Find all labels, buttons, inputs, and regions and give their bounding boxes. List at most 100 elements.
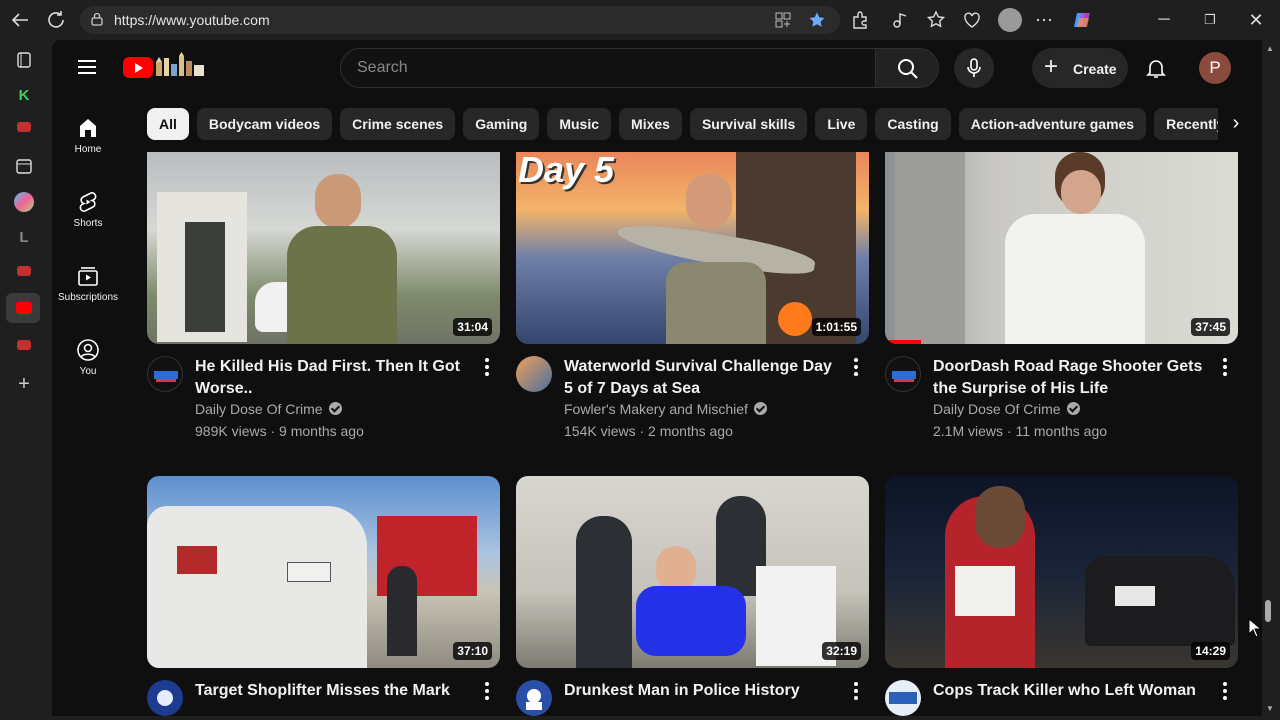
more-actions-icon[interactable]	[485, 682, 489, 700]
scroll-up-arrow-icon[interactable]: ▲	[1266, 44, 1274, 53]
video-thumbnail[interactable]: 37:10	[147, 476, 500, 668]
media-control-icon[interactable]	[890, 10, 910, 30]
chip-crime-scenes[interactable]: Crime scenes	[340, 108, 456, 140]
tab-calendar-icon[interactable]	[14, 156, 34, 176]
sidebar-item-shorts[interactable]: Shorts	[52, 190, 124, 229]
video-title[interactable]: Cops Track Killer who Left Woman in	[933, 680, 1209, 702]
channel-name[interactable]: Fowler's Makery and Mischief	[564, 401, 767, 417]
create-button[interactable]: + Create	[1032, 48, 1128, 88]
video-card[interactable]: Day 5 1:01:55 Waterworld Survival Challe…	[516, 152, 869, 439]
video-thumbnail[interactable]: 37:45	[885, 152, 1238, 344]
app-available-icon[interactable]	[774, 11, 792, 29]
channel-name-text[interactable]: Fowler's Makery and Mischief	[564, 401, 748, 417]
restore-icon[interactable]: ❐	[1198, 8, 1222, 32]
sidebar-item-subscriptions[interactable]: Subscriptions	[52, 264, 124, 303]
tab-youtube-icon[interactable]	[17, 340, 31, 350]
channel-name[interactable]: Daily Dose Of Crime	[195, 401, 342, 417]
person-head	[686, 174, 732, 228]
site-info-icon[interactable]	[90, 12, 104, 26]
channel-name-text[interactable]: Daily Dose Of Crime	[195, 401, 323, 417]
tab-l-icon[interactable]: L	[14, 228, 34, 248]
video-card[interactable]: 37:10 Target Shoplifter Misses the Mark …	[147, 476, 500, 716]
video-title[interactable]: Target Shoplifter Misses the Mark on	[195, 680, 471, 702]
video-duration: 32:19	[822, 642, 861, 660]
channel-avatar[interactable]	[885, 356, 921, 392]
account-avatar[interactable]: P	[1199, 52, 1231, 84]
video-card[interactable]: 32:19 Drunkest Man in Police History	[516, 476, 869, 716]
chip-gaming[interactable]: Gaming	[463, 108, 540, 140]
browser-essentials-icon[interactable]	[962, 10, 982, 30]
chip-live[interactable]: Live	[815, 108, 868, 140]
video-card[interactable]: 37:45 DoorDash Road Rage Shooter Gets th…	[885, 152, 1238, 439]
thumbnail-text: Day 5	[518, 152, 615, 190]
scrollbar-thumb[interactable]	[1265, 600, 1271, 622]
more-actions-icon[interactable]	[854, 682, 858, 700]
video-title[interactable]: Waterworld Survival Challenge Day 5 of 7…	[564, 356, 840, 400]
youtube-logo-icon[interactable]	[123, 57, 153, 78]
more-options-icon[interactable]: ⋯	[1032, 8, 1056, 32]
chip-all[interactable]: All	[147, 108, 189, 140]
video-title[interactable]: He Killed His Dad First. Then It Got Wor…	[195, 356, 471, 400]
favorites-icon[interactable]	[926, 10, 946, 30]
edge-tab-rail: K L +	[0, 40, 48, 720]
youtube-doodle-logo[interactable]	[154, 52, 208, 78]
video-card[interactable]: 14:29 Cops Track Killer who Left Woman i…	[885, 476, 1238, 716]
channel-name[interactable]: Daily Dose Of Crime	[933, 401, 1080, 417]
channel-avatar[interactable]	[147, 680, 183, 716]
man-head	[975, 486, 1025, 548]
new-tab-plus-icon[interactable]: +	[14, 374, 34, 394]
url-text[interactable]: https://www.youtube.com	[114, 12, 270, 28]
tab-butterfly-icon[interactable]	[14, 192, 34, 212]
minimize-icon[interactable]: ─	[1152, 8, 1176, 32]
refresh-icon[interactable]	[44, 8, 68, 32]
video-thumbnail[interactable]: 31:04	[147, 152, 500, 344]
channel-name-text[interactable]: Daily Dose Of Crime	[933, 401, 1061, 417]
channel-avatar[interactable]	[516, 356, 552, 392]
more-actions-icon[interactable]	[1223, 682, 1227, 700]
video-title[interactable]: Drunkest Man in Police History	[564, 680, 840, 702]
chip-casting[interactable]: Casting	[875, 108, 951, 140]
close-icon[interactable]: ✕	[1244, 8, 1268, 32]
search-button[interactable]	[875, 48, 939, 88]
tab-k-icon[interactable]: K	[14, 86, 34, 106]
more-actions-icon[interactable]	[854, 358, 858, 376]
copilot-icon[interactable]	[1072, 10, 1092, 30]
back-arrow-icon[interactable]	[8, 8, 32, 32]
favorite-star-icon[interactable]	[808, 11, 826, 29]
channel-avatar[interactable]	[147, 356, 183, 392]
license-plate	[287, 562, 331, 582]
tab-youtube-icon[interactable]	[17, 266, 31, 276]
scroll-down-arrow-icon[interactable]: ▼	[1266, 704, 1274, 713]
chevron-right-icon[interactable]: ›	[1218, 108, 1254, 140]
channel-avatar[interactable]	[885, 680, 921, 716]
notifications-bell-icon[interactable]	[1144, 56, 1168, 80]
video-thumbnail[interactable]: 32:19	[516, 476, 869, 668]
chip-mixes[interactable]: Mixes	[619, 108, 682, 140]
officer-left	[576, 516, 632, 668]
menu-icon[interactable]	[78, 60, 96, 74]
chip-music[interactable]: Music	[547, 108, 612, 140]
chip-survival-skills[interactable]: Survival skills	[689, 108, 808, 140]
voice-search-button[interactable]	[954, 48, 994, 88]
more-actions-icon[interactable]	[1223, 358, 1227, 376]
sidebar-item-home[interactable]: Home	[52, 116, 124, 155]
video-meta: 989K views · 9 months ago	[195, 423, 364, 439]
more-actions-icon[interactable]	[485, 358, 489, 376]
profile-icon[interactable]	[998, 8, 1022, 32]
video-thumbnail[interactable]: 14:29	[885, 476, 1238, 668]
address-bar[interactable]: https://www.youtube.com	[80, 6, 840, 34]
chip-bodycam-videos[interactable]: Bodycam videos	[196, 108, 333, 140]
extensions-icon[interactable]	[850, 10, 870, 30]
tab-youtube-active-icon[interactable]	[16, 302, 32, 314]
tab-youtube-icon[interactable]	[17, 122, 31, 132]
video-thumbnail[interactable]: Day 5 1:01:55	[516, 152, 869, 344]
search-box[interactable]	[340, 48, 876, 88]
chip-action-adventure-games[interactable]: Action-adventure games	[958, 108, 1147, 140]
sidebar-item-you[interactable]: You	[52, 338, 124, 377]
tab-actions-icon[interactable]	[14, 50, 34, 70]
search-input[interactable]	[357, 57, 837, 79]
video-card[interactable]: 31:04 He Killed His Dad First. Then It G…	[147, 152, 500, 439]
channel-avatar[interactable]	[516, 680, 552, 716]
search-icon	[898, 59, 918, 79]
video-title[interactable]: DoorDash Road Rage Shooter Gets the Surp…	[933, 356, 1209, 400]
